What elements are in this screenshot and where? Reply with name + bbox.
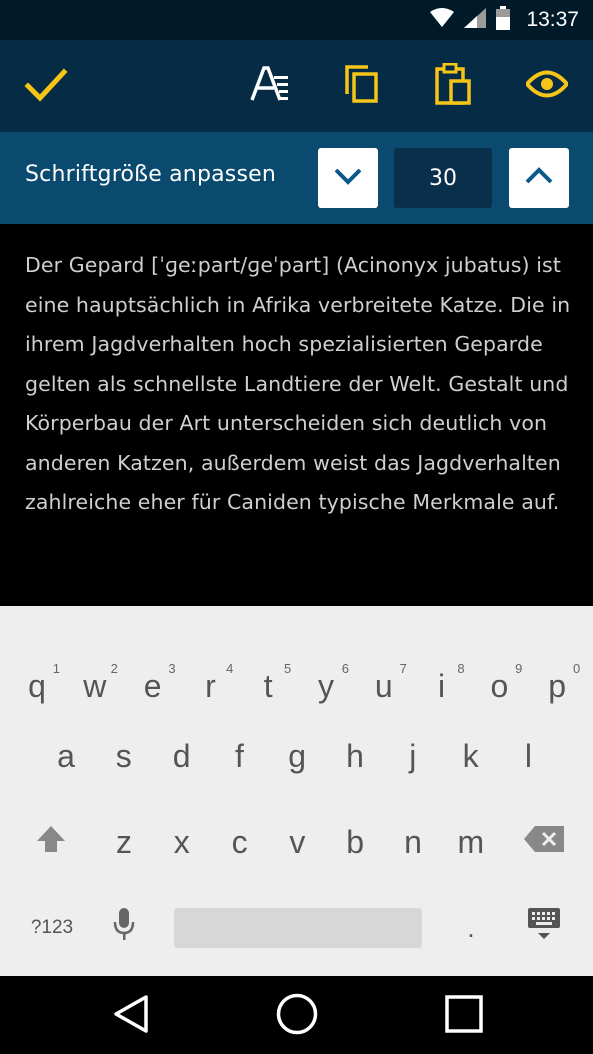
back-triangle-icon xyxy=(112,994,150,1038)
home-button[interactable] xyxy=(271,990,323,1042)
key-k[interactable]: k xyxy=(442,716,500,796)
key-hint: 8 xyxy=(457,661,465,676)
status-icons: 13:37 xyxy=(430,6,579,34)
key-p[interactable]: 0p xyxy=(528,631,586,711)
period-key[interactable]: . xyxy=(442,888,500,968)
backspace-key[interactable] xyxy=(515,802,573,882)
text-format-button[interactable] xyxy=(244,60,296,112)
decrease-font-button[interactable] xyxy=(318,148,378,208)
key-m[interactable]: m xyxy=(442,802,500,882)
navigation-bar xyxy=(0,976,593,1054)
increase-font-button[interactable] xyxy=(509,148,569,208)
key-label: e xyxy=(143,667,162,704)
key-label: w xyxy=(83,667,107,704)
key-j[interactable]: j xyxy=(384,716,442,796)
key-n[interactable]: n xyxy=(384,802,442,882)
key-hint: 2 xyxy=(110,661,118,676)
space-key[interactable] xyxy=(174,908,422,948)
key-h[interactable]: h xyxy=(326,716,384,796)
chevron-down-icon xyxy=(333,166,363,190)
battery-icon xyxy=(496,6,511,34)
voice-input-key[interactable] xyxy=(95,888,153,968)
key-u[interactable]: 7u xyxy=(355,631,413,711)
key-a[interactable]: a xyxy=(37,716,95,796)
key-q[interactable]: 1q xyxy=(8,631,66,711)
key-label: u xyxy=(374,667,393,704)
key-r[interactable]: 4r xyxy=(181,631,239,711)
toolbar xyxy=(0,40,593,132)
check-icon xyxy=(24,64,68,108)
key-hint: 7 xyxy=(399,661,407,676)
key-x[interactable]: x xyxy=(153,802,211,882)
backspace-icon xyxy=(523,824,565,861)
key-label: p xyxy=(548,667,567,704)
key-i[interactable]: 8i xyxy=(413,631,471,711)
paste-button[interactable] xyxy=(428,60,480,112)
key-hint: 3 xyxy=(168,661,176,676)
editor-text: Der Gepard [ˈɡeːpart/ɡeˈpart] (Acinonyx … xyxy=(25,253,571,514)
status-time: 13:37 xyxy=(526,8,579,31)
key-label: i xyxy=(438,667,446,704)
key-label: q xyxy=(28,667,46,704)
confirm-button[interactable] xyxy=(20,60,72,112)
soft-keyboard: 1q2w3e4r5t6y7u8i9o0p asdfghjkl zxcvbnm ?… xyxy=(0,606,593,976)
key-s[interactable]: s xyxy=(95,716,153,796)
signal-icon xyxy=(464,8,487,32)
key-hint: 5 xyxy=(283,661,292,676)
wifi-icon xyxy=(430,8,455,32)
key-hint: 9 xyxy=(515,661,523,676)
key-hint: 4 xyxy=(226,661,234,676)
key-f[interactable]: f xyxy=(210,716,268,796)
copy-button[interactable] xyxy=(336,60,388,112)
key-v[interactable]: v xyxy=(268,802,326,882)
font-size-label: Schriftgröße anpassen xyxy=(25,162,276,187)
key-hint: 1 xyxy=(52,661,60,676)
key-label: t xyxy=(263,667,273,704)
shift-key[interactable] xyxy=(22,802,80,882)
home-circle-icon xyxy=(276,993,318,1039)
key-g[interactable]: g xyxy=(268,716,326,796)
chevron-up-icon xyxy=(524,166,554,190)
symbols-key[interactable]: ?123 xyxy=(14,906,90,950)
preview-button[interactable] xyxy=(521,60,573,112)
shift-icon xyxy=(36,824,66,861)
key-label: o xyxy=(490,667,509,704)
key-hint: 6 xyxy=(341,661,349,676)
key-c[interactable]: c xyxy=(211,802,269,882)
back-button[interactable] xyxy=(105,990,157,1042)
status-bar: 13:37 xyxy=(0,0,593,40)
key-b[interactable]: b xyxy=(326,802,384,882)
font-size-bar: Schriftgröße anpassen 30 xyxy=(0,132,593,224)
key-label: r xyxy=(205,667,216,704)
eye-icon xyxy=(524,69,570,103)
key-z[interactable]: z xyxy=(95,802,153,882)
key-o[interactable]: 9o xyxy=(470,631,528,711)
keyboard-hide-key[interactable] xyxy=(515,888,573,968)
key-l[interactable]: l xyxy=(499,716,557,796)
key-d[interactable]: d xyxy=(153,716,211,796)
key-e[interactable]: 3e xyxy=(124,631,182,711)
clipboard-icon xyxy=(435,62,473,109)
copy-icon xyxy=(344,64,380,108)
font-size-value[interactable]: 30 xyxy=(394,148,492,208)
recents-square-icon xyxy=(445,995,483,1037)
recents-button[interactable] xyxy=(438,990,490,1042)
keyboard-icon xyxy=(527,907,561,949)
key-y[interactable]: 6y xyxy=(297,631,355,711)
key-t[interactable]: 5t xyxy=(239,631,297,711)
key-label: y xyxy=(318,667,334,704)
key-w[interactable]: 2w xyxy=(66,631,124,711)
microphone-icon xyxy=(113,907,135,949)
text-editor-area[interactable]: Der Gepard [ˈɡeːpart/ɡeˈpart] (Acinonyx … xyxy=(0,224,593,606)
key-hint: 0 xyxy=(572,661,581,676)
text-format-icon xyxy=(250,64,290,108)
